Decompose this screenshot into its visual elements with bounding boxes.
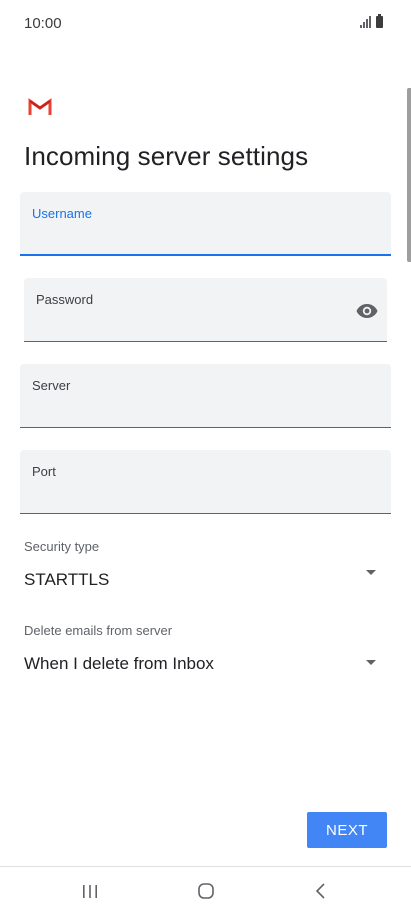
- dropdown-arrow-icon[interactable]: [366, 660, 376, 665]
- recents-icon: [83, 885, 97, 898]
- scrollbar[interactable]: [407, 88, 411, 262]
- password-label: Password: [36, 292, 94, 307]
- screen: 10:00 Incoming server settings Username …: [0, 0, 411, 914]
- server-field[interactable]: Server: [20, 364, 391, 428]
- next-button[interactable]: NEXT: [307, 812, 387, 848]
- navigation-bar: [0, 867, 411, 914]
- password-input[interactable]: [36, 315, 339, 333]
- security-type-value[interactable]: STARTTLS: [24, 570, 109, 590]
- status-icons: [360, 14, 383, 28]
- status-bar: 10:00: [0, 0, 411, 48]
- password-field[interactable]: Password: [24, 278, 387, 342]
- port-input[interactable]: [32, 487, 343, 505]
- dropdown-arrow-icon[interactable]: [366, 570, 376, 575]
- username-field[interactable]: Username: [20, 192, 391, 256]
- username-label: Username: [32, 206, 92, 221]
- security-type-label: Security type: [24, 539, 100, 554]
- delete-emails-label: Delete emails from server: [24, 623, 173, 638]
- delete-emails-value[interactable]: When I delete from Inbox: [24, 654, 214, 674]
- recents-button[interactable]: [70, 877, 110, 905]
- battery-icon: [376, 14, 383, 28]
- username-input[interactable]: [32, 228, 343, 246]
- server-label: Server: [32, 378, 71, 393]
- port-label: Port: [32, 464, 56, 479]
- back-button[interactable]: [301, 877, 341, 905]
- server-input[interactable]: [32, 401, 343, 419]
- eye-icon[interactable]: [355, 302, 379, 320]
- gmail-logo-icon: [28, 98, 52, 115]
- home-icon: [198, 883, 214, 899]
- page-title: Incoming server settings: [24, 141, 309, 171]
- signal-icon: [360, 16, 371, 28]
- home-button[interactable]: [186, 877, 226, 905]
- status-time: 10:00: [24, 15, 62, 32]
- back-icon: [315, 883, 325, 899]
- port-field[interactable]: Port: [20, 450, 391, 514]
